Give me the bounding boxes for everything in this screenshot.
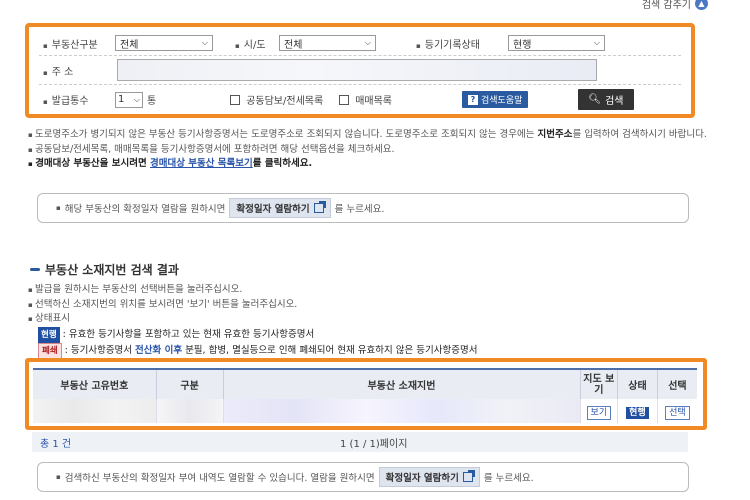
info-text: 를 누르세요. — [334, 204, 385, 215]
info-text: 해당 부동산의 확정일자 열람을 원하시면 — [64, 204, 226, 215]
cell-select: 선택 — [657, 399, 697, 423]
hide-search-link[interactable]: 검색 감추기 ▲ — [642, 0, 708, 11]
notice-text: 경매대상 부동산을 보시려면 — [35, 158, 150, 169]
status-value: 현행 — [513, 39, 532, 51]
notice-item: 경매대상 부동산을 보시려면 경매대상 부동산 목록보기를 클릭하세요. — [28, 157, 708, 172]
result-table: 부동산 고유번호 구분 부동산 소재지번 지도 보기 상태 선택 보기 현행 선… — [33, 368, 697, 423]
chevron-down-icon: ⌵ — [364, 38, 371, 47]
section-title: 부동산 소재지번 검색 결과 — [30, 261, 179, 278]
count-value: 1 — [118, 94, 125, 105]
count-unit: 통 — [147, 96, 157, 107]
guide-item: 발급을 원하시는 부동산의 선택버튼을 눌러주십시오. — [28, 283, 477, 298]
cell-id-redacted — [33, 399, 157, 423]
external-link-icon — [462, 470, 475, 482]
hide-search-label: 검색 감추기 — [641, 0, 691, 11]
guide-item: 선택하신 소재지번의 위치를 보시려면 '보기' 버튼을 눌러주십시오. — [28, 298, 477, 313]
search-row-2: 주 소 — [43, 59, 597, 81]
sale-checkbox[interactable] — [339, 94, 350, 105]
row-divider — [39, 55, 681, 56]
col-header-map: 지도 보기 — [580, 368, 619, 399]
col-header-id: 부동산 고유번호 — [33, 368, 157, 399]
type-value: 전체 — [120, 39, 139, 51]
chevron-down-icon: ⌵ — [201, 38, 208, 47]
legend-text: : 유효한 등기사항을 포함하고 있는 현재 유효한 등기사항증명서 — [62, 328, 315, 340]
col-header-status: 상태 — [617, 368, 658, 399]
status-select[interactable]: 현행 ⌵ — [508, 35, 605, 51]
notice-bold: 지번주소 — [537, 129, 573, 140]
info-text: 를 누르세요. — [483, 473, 534, 484]
status-label: 등기기록상태 — [416, 36, 508, 51]
address-input[interactable] — [117, 59, 597, 81]
notice-text-cont: 를 입력하여 검색하시기 바랍니다. — [572, 129, 707, 140]
confirm-date-label: 확정일자 열람하기 — [236, 204, 310, 215]
cell-type-redacted — [156, 399, 224, 423]
joint-checkbox[interactable] — [230, 94, 241, 105]
search-row-3: 발급통수 1 ⌵ 통 공동담보/전세목록 매매목록 ? 검색도움말 🔍︎ 검색 — [43, 89, 634, 110]
address-label: 주 소 — [43, 63, 117, 78]
status-badge: 현행 — [626, 406, 649, 419]
confirm-date-info-box-2: ▪ 검색하신 부동산의 확정일자 부여 내역도 열람할 수 있습니다. 열람을 … — [37, 462, 689, 492]
notice-item: 공동담보/전세목록, 매매목록을 등기사항증명서에 포함하려면 해당 선택옵션을… — [28, 143, 708, 158]
notice-item: 도로명주소가 병기되지 않은 부동산 등기사항증명서는 도로명주소로 조회되지 … — [28, 128, 708, 143]
notice-text: 도로명주소가 병기되지 않은 부동산 등기사항증명서는 도로명주소로 조회되지 … — [34, 129, 538, 140]
search-help-label: 검색도움말 — [481, 96, 523, 106]
table-header-row: 부동산 고유번호 구분 부동산 소재지번 지도 보기 상태 선택 — [33, 368, 697, 399]
auction-list-link[interactable]: 경매대상 부동산 목록보기 — [150, 158, 253, 169]
map-view-button[interactable]: 보기 — [586, 405, 612, 420]
col-header-address: 부동산 소재지번 — [223, 368, 581, 399]
notice-list: 도로명주소가 병기되지 않은 부동산 등기사항증명서는 도로명주소로 조회되지 … — [28, 128, 708, 172]
sale-label: 매매목록 — [355, 96, 392, 107]
search-row-1: 부동산구분 전체 ⌵ 시/도 전체 ⌵ 등기기록상태 현행 ⌵ — [43, 35, 605, 51]
result-table-box: 부동산 고유번호 구분 부동산 소재지번 지도 보기 상태 선택 보기 현행 선… — [25, 358, 707, 430]
region-select[interactable]: 전체 ⌵ — [279, 35, 376, 51]
region-value: 전체 — [284, 39, 303, 51]
external-link-icon — [313, 201, 326, 213]
chevron-down-icon: ⌵ — [593, 38, 600, 47]
total-count: 총 1 건 — [40, 438, 72, 450]
pagination-bar: 총 1 건 1 (1 / 1)페이지 — [32, 432, 688, 452]
col-header-select: 선택 — [657, 368, 697, 399]
confirm-date-button[interactable]: 확정일자 열람하기 — [229, 198, 331, 218]
search-form: 부동산구분 전체 ⌵ 시/도 전체 ⌵ 등기기록상태 현행 ⌵ 주 소 발급통수… — [25, 23, 695, 118]
joint-label: 공동담보/전세목록 — [246, 96, 324, 107]
region-label: 시/도 — [235, 36, 279, 51]
notice-text: 를 클릭하세요. — [252, 158, 313, 169]
select-button[interactable]: 선택 — [665, 405, 690, 420]
confirm-date-button-2[interactable]: 확정일자 열람하기 — [378, 467, 480, 487]
search-button-label: 검색 — [605, 96, 624, 107]
chevron-down-icon: ⌵ — [133, 94, 140, 104]
guide-item: 상태표시 — [28, 312, 477, 327]
cell-map: 보기 — [580, 399, 619, 423]
section-title-text: 부동산 소재지번 검색 결과 — [45, 263, 179, 277]
confirm-date-label: 확정일자 열람하기 — [385, 473, 459, 484]
search-icon: 🔍︎ — [588, 94, 602, 105]
legend-current: 현행 : 유효한 등기사항을 포함하고 있는 현재 유효한 등기사항증명서 — [28, 326, 477, 343]
cell-address-redacted — [223, 399, 581, 423]
legend-text: 분필, 합병, 멸실등으로 인해 폐쇄되어 현재 유효하지 않은 등기사항증명서 — [185, 345, 478, 356]
type-select[interactable]: 전체 ⌵ — [115, 35, 213, 51]
info-text: 검색하신 부동산의 확정일자 부여 내역도 열람할 수 있습니다. 열람을 원하… — [64, 473, 375, 484]
count-label: 발급통수 — [43, 92, 115, 107]
legend-text: : 등기사항증명서 — [64, 345, 133, 356]
type-label: 부동산구분 — [43, 36, 115, 51]
search-help-button[interactable]: ? 검색도움말 — [462, 91, 529, 108]
question-icon: ? — [468, 94, 478, 105]
confirm-date-info-box: ▪ 해당 부동산의 확정일자 열람을 원하시면 확정일자 열람하기 를 누르세요… — [37, 193, 689, 223]
table-row: 보기 현행 선택 — [33, 399, 697, 423]
chevron-up-icon: ▲ — [695, 0, 708, 10]
count-select[interactable]: 1 ⌵ — [115, 91, 143, 108]
row-divider — [39, 84, 681, 85]
search-button[interactable]: 🔍︎ 검색 — [578, 89, 634, 110]
title-marker-icon — [30, 268, 40, 271]
current-badge: 현행 — [38, 326, 60, 343]
guide-list: 발급을 원하시는 부동산의 선택버튼을 눌러주십시오. 선택하신 소재지번의 위… — [28, 283, 477, 360]
cell-status: 현행 — [617, 399, 658, 423]
legend-highlight: 전산화 이후 — [135, 345, 183, 356]
page-indicator: 1 (1 / 1)페이지 — [340, 438, 408, 450]
col-header-type: 구분 — [156, 368, 224, 399]
